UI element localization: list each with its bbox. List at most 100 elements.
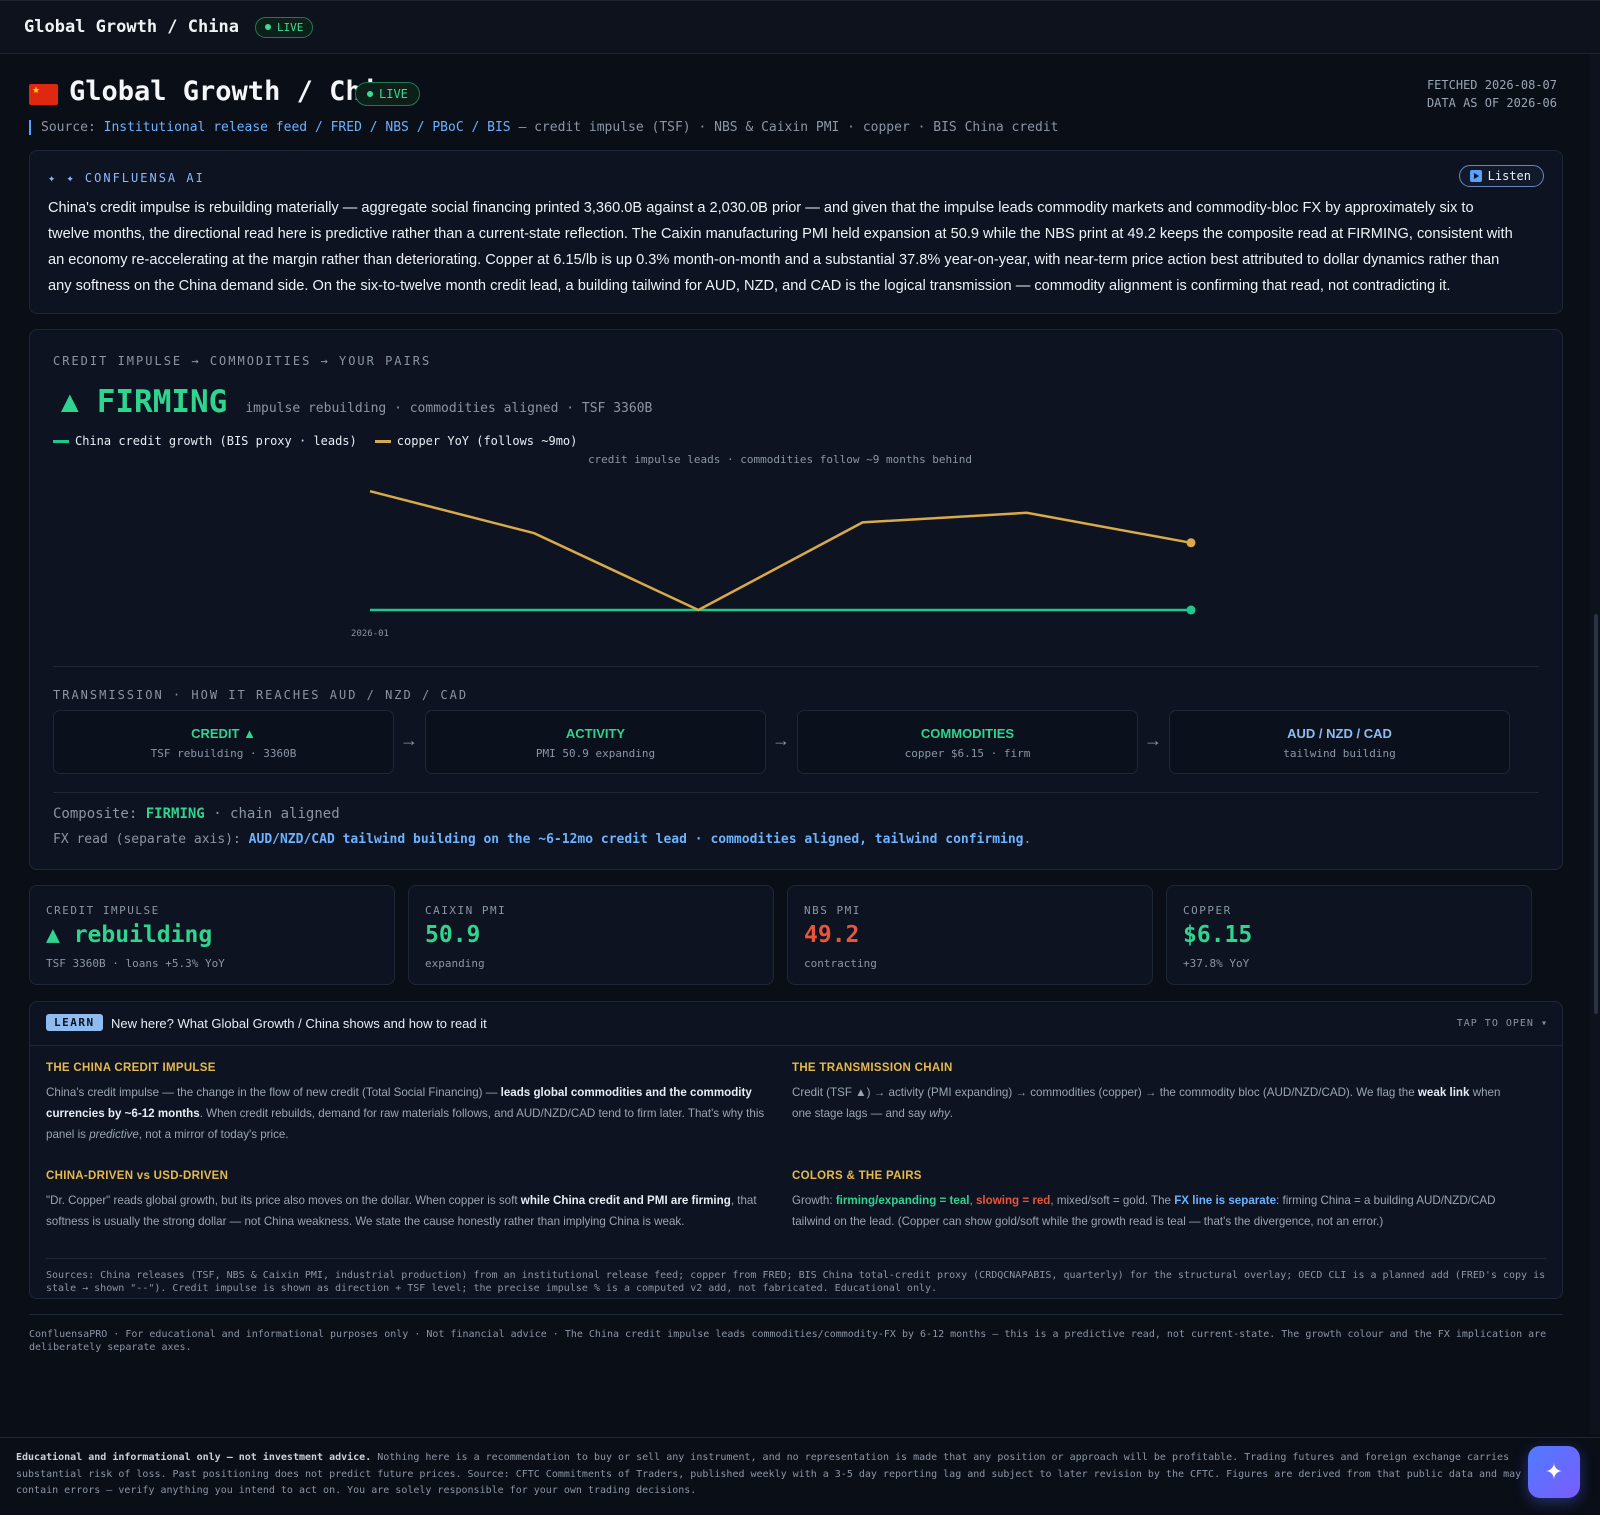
stage-credit: CREDIT ▲ TSF rebuilding · 3360B bbox=[53, 710, 394, 774]
x-tick-label: 2026-01 bbox=[351, 629, 389, 639]
kpi-label: COPPER bbox=[1183, 904, 1232, 917]
triangle-up-icon: ▲ bbox=[55, 386, 85, 419]
fx-value: AUD/NZD/CAD tailwind building on the ~6-… bbox=[248, 832, 1024, 847]
learn-badge: LEARN bbox=[46, 1014, 103, 1031]
learn-section-colors: COLORS & THE PAIRS Growth: firming/expan… bbox=[792, 1170, 1512, 1232]
text-run: Growth: bbox=[792, 1194, 836, 1207]
listen-label: Listen bbox=[1487, 169, 1531, 183]
state-row: ▲ FIRMING impulse rebuilding · commoditi… bbox=[55, 384, 652, 420]
kpi-label: CREDIT IMPULSE bbox=[46, 904, 160, 917]
kpi-sub: contracting bbox=[804, 957, 877, 970]
series-endpoint bbox=[1186, 605, 1196, 615]
disclaimer-line: substantial risk of loss. Past positioni… bbox=[16, 1468, 1522, 1480]
kpi-label: CAIXIN PMI bbox=[425, 904, 507, 917]
stage-fx: AUD / NZD / CAD tailwind building bbox=[1169, 710, 1510, 774]
kpi-value: 49.2 bbox=[804, 922, 860, 948]
text-run: "Dr. Copper" reads global growth, but it… bbox=[46, 1194, 521, 1207]
divider bbox=[53, 792, 1539, 793]
section-title: THE CHINA CREDIT IMPULSE bbox=[46, 1062, 216, 1074]
text-run: China's credit impulse — the change in t… bbox=[46, 1086, 501, 1099]
tap-to-open-toggle[interactable]: TAP TO OPEN ▾ bbox=[1457, 1018, 1548, 1029]
learn-section-transmission: THE TRANSMISSION CHAIN Credit (TSF ▲) → … bbox=[792, 1062, 1512, 1124]
divider bbox=[53, 666, 1539, 667]
stage-activity: ACTIVITY PMI 50.9 expanding bbox=[425, 710, 766, 774]
kpi-label: NBS PMI bbox=[804, 904, 861, 917]
data-as-of: DATA AS OF 2026-06 bbox=[1426, 96, 1557, 110]
series-endpoint bbox=[1186, 538, 1196, 548]
live-label: LIVE bbox=[276, 20, 304, 34]
fx-label: FX read (separate axis): bbox=[53, 832, 241, 847]
source-links[interactable]: Institutional release feed / FRED / NBS … bbox=[104, 120, 511, 135]
app-title: Global Growth / China bbox=[24, 17, 239, 37]
stage-commodities: COMMODITIES copper $6.15 · firm bbox=[797, 710, 1138, 774]
text-emphasis: weak link bbox=[1417, 1086, 1470, 1099]
text-italic: predictive bbox=[89, 1128, 139, 1141]
ai-summary-text: China's credit impulse is rebuilding mat… bbox=[48, 200, 1513, 294]
kpi-credit-impulse: CREDIT IMPULSE ▲ rebuilding TSF 3360B · lo… bbox=[29, 885, 395, 985]
text-run: Credit (TSF ▲) → activity (PMI expanding… bbox=[792, 1086, 1418, 1099]
composite-line: Composite: FIRMING · chain aligned bbox=[53, 806, 340, 822]
kpi-value: $6.15 bbox=[1183, 922, 1253, 948]
stage-desc: PMI 50.9 expanding bbox=[535, 747, 656, 760]
learn-section-credit-impulse: THE CHINA CREDIT IMPULSE China's credit … bbox=[46, 1062, 766, 1145]
section-text: China's credit impulse — the change in t… bbox=[46, 1082, 766, 1145]
section-text: Credit (TSF ▲) → activity (PMI expanding… bbox=[792, 1082, 1512, 1124]
state-subtitle: impulse rebuilding · commodities aligned… bbox=[245, 401, 653, 416]
scrollbar-thumb[interactable] bbox=[1594, 614, 1598, 1014]
learn-panel: LEARN New here? What Global Growth / Chi… bbox=[29, 1001, 1563, 1299]
listen-button[interactable]: Listen bbox=[1458, 165, 1544, 187]
section-text: "Dr. Copper" reads global growth, but it… bbox=[46, 1190, 766, 1232]
arrow-right-icon: → bbox=[400, 730, 418, 750]
text-emphasis: while China credit and PMI are firming bbox=[520, 1194, 731, 1207]
text-teal: firming/expanding = teal bbox=[835, 1194, 970, 1207]
series-line-copper bbox=[369, 489, 1192, 612]
disclaimer-bar: Educational and informational only — not… bbox=[0, 1437, 1600, 1515]
stage-title: ACTIVITY bbox=[565, 726, 626, 741]
live-dot-icon bbox=[367, 91, 373, 97]
stage-desc: copper $6.15 · firm bbox=[904, 747, 1031, 760]
source-detail: — credit impulse (TSF) · NBS & Caixin PM… bbox=[510, 120, 1059, 135]
ai-label: ✦ ✦ CONFLUENSA AI bbox=[48, 171, 205, 185]
legend-swatch bbox=[374, 440, 391, 443]
stage-desc: tailwind building bbox=[1283, 747, 1396, 760]
stage-title: CREDIT ▲ bbox=[191, 726, 256, 741]
china-flag-icon: ★ bbox=[29, 84, 58, 105]
scrollbar[interactable] bbox=[1590, 54, 1600, 1434]
kpi-nbs-pmi: NBS PMI 49.2 contracting bbox=[787, 885, 1153, 985]
disclaimer-text: Nothing here is a recommendation to buy … bbox=[371, 1452, 1510, 1463]
kpi-sub: expanding bbox=[425, 957, 485, 970]
composite-value: FIRMING bbox=[145, 806, 205, 822]
fetched-date: FETCHED 2026-08-07 bbox=[1426, 78, 1557, 92]
disclaimer-line: Educational and informational only — not… bbox=[16, 1450, 1600, 1467]
credit-impulse-panel: CREDIT IMPULSE → COMMODITIES → YOUR PAIR… bbox=[29, 329, 1563, 870]
kpi-row: CREDIT IMPULSE ▲ rebuilding TSF 3360B · lo… bbox=[29, 885, 1563, 985]
legend-label: China credit growth (BIS proxy · leads) bbox=[75, 434, 357, 448]
composite-rest: · chain aligned bbox=[213, 806, 340, 822]
learn-sources: Sources: China releases (TSF, NBS & Caix… bbox=[46, 1258, 1546, 1295]
text-red: slowing = red bbox=[975, 1194, 1051, 1207]
kpi-value: 50.9 bbox=[425, 922, 481, 948]
source-prefix: Source: bbox=[41, 120, 96, 135]
text-run: . bbox=[949, 1107, 954, 1120]
fetch-info: FETCHED 2026-08-07 DATA AS OF 2026-06 bbox=[1427, 76, 1557, 112]
stage-title: COMMODITIES bbox=[920, 726, 1015, 741]
fx-read-line: FX read (separate axis): AUD/NZD/CAD tai… bbox=[53, 832, 1031, 847]
text-blue: FX line is separate bbox=[1174, 1194, 1277, 1207]
transmission-label: TRANSMISSION · HOW IT REACHES AUD / NZD … bbox=[53, 688, 469, 702]
legend-item-credit: China credit growth (BIS proxy · leads) bbox=[53, 434, 357, 448]
arrow-right-icon: → bbox=[1144, 730, 1162, 750]
section-title: THE TRANSMISSION CHAIN bbox=[792, 1062, 953, 1074]
play-icon bbox=[1469, 170, 1482, 182]
chart-annotation: credit impulse leads · commodities follo… bbox=[588, 453, 972, 466]
section-title: COLORS & THE PAIRS bbox=[792, 1170, 922, 1182]
sparkle-icon[interactable]: ✦ bbox=[1528, 1446, 1580, 1498]
disclaimer-line: contain errors — verify anything you int… bbox=[16, 1485, 697, 1496]
panel-label: CREDIT IMPULSE → COMMODITIES → YOUR PAIR… bbox=[53, 354, 432, 368]
fx-end: . bbox=[1023, 832, 1032, 847]
section-text: Growth: firming/expanding = teal, slowin… bbox=[792, 1190, 1512, 1232]
state-value: FIRMING bbox=[96, 384, 228, 420]
learn-section-china-vs-usd: CHINA-DRIVEN vs USD-DRIVEN "Dr. Copper" … bbox=[46, 1170, 766, 1232]
learn-question[interactable]: New here? What Global Growth / China sho… bbox=[111, 1016, 487, 1031]
learn-header[interactable]: LEARN New here? What Global Growth / Chi… bbox=[30, 1002, 1562, 1046]
header-live-badge: LIVE bbox=[355, 82, 420, 106]
